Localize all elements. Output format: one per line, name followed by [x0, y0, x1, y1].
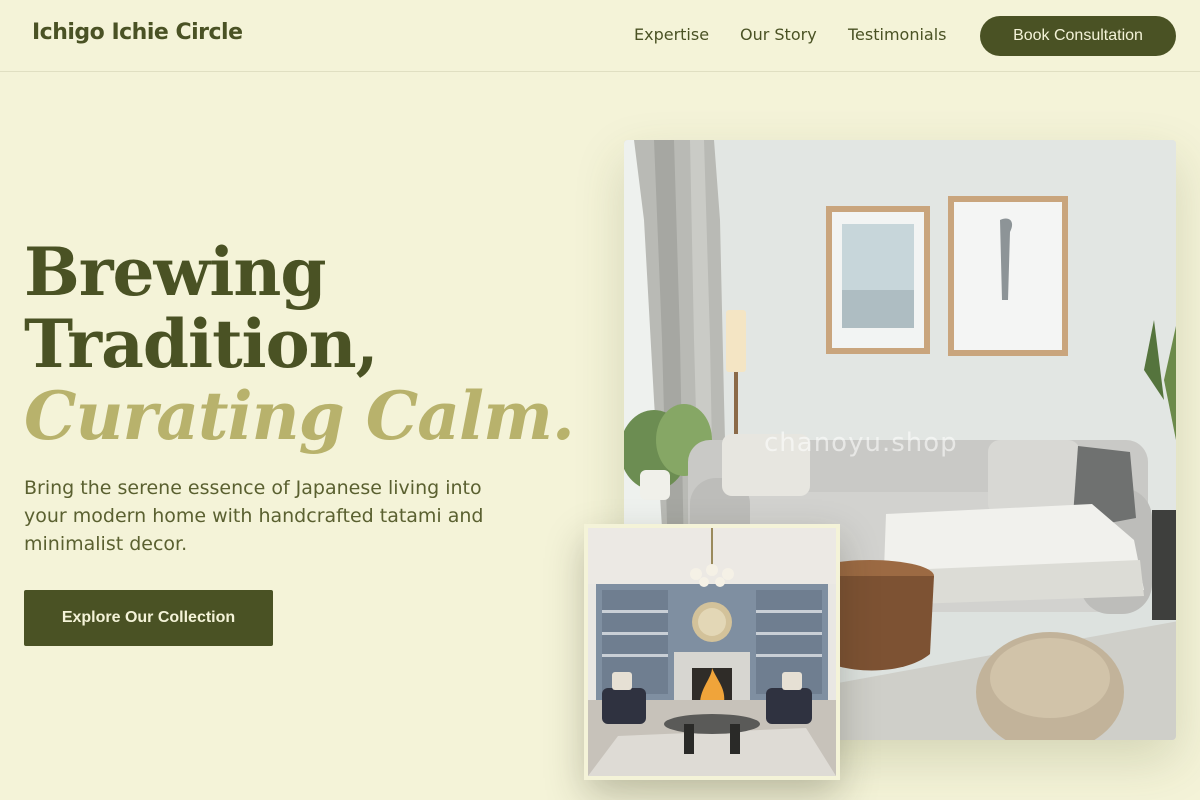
fireplace-lounge-illustration: [588, 528, 836, 776]
site-header: Ichigo Ichie Circle Expertise Our Story …: [0, 0, 1200, 72]
nav-link-testimonials[interactable]: Testimonials: [848, 25, 947, 44]
hero-title-accent: Curating Calm.: [24, 377, 575, 455]
hero-title-line-1: Brewing: [24, 233, 327, 311]
hero-title-line-2: Tradition,: [24, 305, 379, 383]
book-consultation-button[interactable]: Book Consultation: [980, 16, 1176, 56]
hero-description: Bring the serene essence of Japanese liv…: [24, 477, 484, 555]
image-watermark: chanoyu.shop: [764, 428, 958, 458]
nav-link-our-story[interactable]: Our Story: [740, 25, 817, 44]
brand-logo-text[interactable]: Ichigo Ichie Circle: [32, 20, 243, 45]
explore-collection-button[interactable]: Explore Our Collection: [24, 590, 273, 646]
fireplace-lounge-photo: [584, 524, 840, 780]
nav-link-expertise[interactable]: Expertise: [634, 25, 709, 44]
hero-heading: Brewing Tradition, Curating Calm.: [24, 233, 575, 455]
